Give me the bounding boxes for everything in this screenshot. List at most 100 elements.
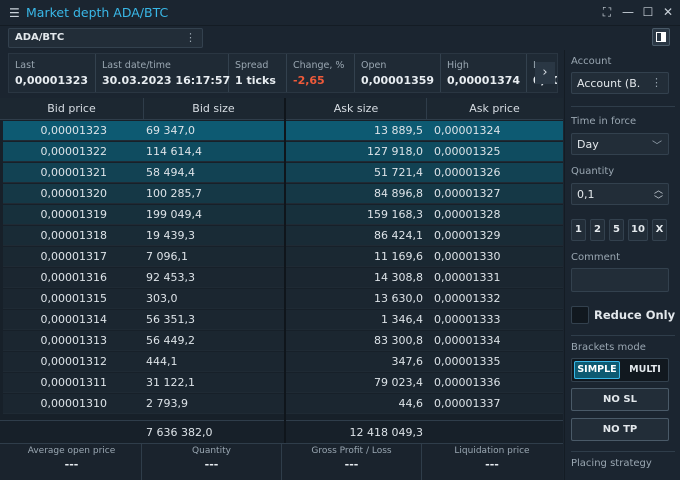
no-tp-button[interactable]: NO TP: [571, 418, 669, 441]
table-row[interactable]: 0,00001314 56 351,3 1 346,4 0,00001333: [3, 310, 563, 330]
ask-size-cell[interactable]: 44,6: [285, 397, 424, 410]
ask-size-cell[interactable]: 13 630,0: [285, 292, 423, 305]
comment-input[interactable]: [571, 268, 669, 292]
table-row[interactable]: 0,00001316 92 453,3 14 308,8 0,00001331: [3, 268, 563, 288]
bid-size-cell[interactable]: 58 494,4: [146, 166, 195, 179]
table-row[interactable]: 0,00001320 100 285,7 84 896,8 0,00001327: [3, 184, 563, 204]
brackets-simple-button[interactable]: SIMPLE: [574, 361, 620, 379]
ask-size-cell[interactable]: 159 168,3: [285, 208, 423, 221]
table-row[interactable]: 0,00001321 58 494,4 51 721,4 0,00001326: [3, 163, 563, 183]
table-row[interactable]: 0,00001313 56 449,2 83 300,8 0,00001334: [3, 331, 563, 351]
ask-price-cell[interactable]: 0,00001331: [434, 271, 500, 284]
ask-size-cell[interactable]: 83 300,8: [285, 334, 423, 347]
col-ask-size[interactable]: Ask size: [286, 102, 426, 115]
table-row[interactable]: 0,00001311 31 122,1 79 023,4 0,00001336: [3, 373, 563, 393]
ask-size-cell[interactable]: 51 721,4: [285, 166, 423, 179]
bid-size-cell[interactable]: 100 285,7: [146, 187, 202, 200]
minimize-icon[interactable]: —: [620, 4, 636, 20]
quantity-label: Quantity: [571, 166, 615, 177]
ask-price-cell[interactable]: 0,00001325: [434, 145, 500, 158]
fullscreen-icon[interactable]: ⛶: [599, 4, 615, 20]
ask-size-cell[interactable]: 84 896,8: [285, 187, 423, 200]
bid-price-cell[interactable]: 0,00001311: [3, 376, 107, 389]
ask-size-cell[interactable]: 347,6: [285, 355, 424, 368]
bid-size-cell[interactable]: 69 347,0: [146, 124, 195, 137]
qty-preset-1[interactable]: 1: [571, 219, 586, 241]
time-in-force-select[interactable]: Day ﹀: [571, 133, 669, 155]
ask-price-cell[interactable]: 0,00001335: [434, 355, 500, 368]
bid-size-cell[interactable]: 92 453,3: [146, 271, 195, 284]
ask-price-cell[interactable]: 0,00001330: [434, 250, 500, 263]
bid-size-cell[interactable]: 56 449,2: [146, 334, 195, 347]
account-selector[interactable]: Account (B. ⋮: [571, 72, 669, 94]
bid-price-cell[interactable]: 0,00001310: [3, 397, 107, 410]
table-row[interactable]: 0,00001318 19 439,3 86 424,1 0,00001329: [3, 226, 563, 246]
reduce-only-checkbox[interactable]: [571, 306, 589, 324]
hamburger-menu-icon[interactable]: ☰: [9, 6, 20, 20]
account-options-icon[interactable]: ⋮: [651, 76, 662, 89]
table-row[interactable]: 0,00001310 2 793,9 44,6 0,00001337: [3, 394, 563, 414]
more-options-icon[interactable]: ⋮: [185, 31, 196, 44]
qty-preset-5[interactable]: 5: [609, 219, 624, 241]
bid-price-cell[interactable]: 0,00001316: [3, 271, 107, 284]
bid-price-cell[interactable]: 0,00001322: [3, 145, 107, 158]
bid-size-cell[interactable]: 31 122,1: [146, 376, 195, 389]
bid-price-cell[interactable]: 0,00001323: [3, 124, 107, 137]
qty-preset-2[interactable]: 2: [590, 219, 605, 241]
bid-price-cell[interactable]: 0,00001321: [3, 166, 107, 179]
bid-size-cell[interactable]: 2 793,9: [146, 397, 188, 410]
table-row[interactable]: 0,00001312 444,1 347,6 0,00001335: [3, 352, 563, 372]
ask-price-cell[interactable]: 0,00001336: [434, 376, 500, 389]
bid-price-cell[interactable]: 0,00001320: [3, 187, 107, 200]
table-row[interactable]: 0,00001322 114 614,4 127 918,0 0,00001325: [3, 142, 563, 162]
ask-price-cell[interactable]: 0,00001326: [434, 166, 500, 179]
ask-size-cell[interactable]: 1 346,4: [285, 313, 423, 326]
ask-price-cell[interactable]: 0,00001324: [434, 124, 500, 137]
bid-size-cell[interactable]: 303,0: [146, 292, 178, 305]
bid-size-cell[interactable]: 199 049,4: [146, 208, 202, 221]
ask-price-cell[interactable]: 0,00001329: [434, 229, 500, 242]
bid-price-cell[interactable]: 0,00001319: [3, 208, 107, 221]
bid-price-cell[interactable]: 0,00001313: [3, 334, 107, 347]
ask-price-cell[interactable]: 0,00001337: [434, 397, 500, 410]
ask-price-cell[interactable]: 0,00001332: [434, 292, 500, 305]
symbol-selector[interactable]: ADA/BTC ⋮: [8, 28, 203, 48]
table-row[interactable]: 0,00001317 7 096,1 11 169,6 0,00001330: [3, 247, 563, 267]
toggle-side-panel-button[interactable]: [652, 28, 670, 46]
bid-price-cell[interactable]: 0,00001317: [3, 250, 107, 263]
ask-size-cell[interactable]: 13 889,5: [285, 124, 423, 137]
ask-size-cell[interactable]: 14 308,8: [285, 271, 423, 284]
bid-price-cell[interactable]: 0,00001312: [3, 355, 107, 368]
ask-price-cell[interactable]: 0,00001328: [434, 208, 500, 221]
quantity-stepper[interactable]: 0,1 ︿ ﹀: [571, 183, 669, 206]
qty-preset-10[interactable]: 10: [628, 219, 648, 241]
ask-price-cell[interactable]: 0,00001327: [434, 187, 500, 200]
ask-size-cell[interactable]: 79 023,4: [285, 376, 423, 389]
ask-size-cell[interactable]: 127 918,0: [285, 145, 423, 158]
table-row[interactable]: 0,00001315 303,0 13 630,0 0,00001332: [3, 289, 563, 309]
bid-price-cell[interactable]: 0,00001314: [3, 313, 107, 326]
ask-price-cell[interactable]: 0,00001333: [434, 313, 500, 326]
bid-size-cell[interactable]: 114 614,4: [146, 145, 202, 158]
bid-price-cell[interactable]: 0,00001315: [3, 292, 107, 305]
bid-price-cell[interactable]: 0,00001318: [3, 229, 107, 242]
bid-size-cell[interactable]: 19 439,3: [146, 229, 195, 242]
scroll-stats-right-icon[interactable]: ›: [535, 62, 555, 84]
ask-size-cell[interactable]: 86 424,1: [285, 229, 423, 242]
ask-price-cell[interactable]: 0,00001334: [434, 334, 500, 347]
table-row[interactable]: 0,00001323 69 347,0 13 889,5 0,00001324: [3, 121, 563, 141]
qty-preset-clear[interactable]: X: [652, 219, 667, 241]
no-sl-button[interactable]: NO SL: [571, 388, 669, 411]
table-row[interactable]: 0,00001319 199 049,4 159 168,3 0,00001328: [3, 205, 563, 225]
decrement-icon[interactable]: ﹀: [654, 193, 663, 206]
close-icon[interactable]: ✕: [660, 4, 676, 20]
col-bid-price[interactable]: Bid price: [0, 102, 143, 115]
ask-size-cell[interactable]: 11 169,6: [285, 250, 423, 263]
bid-size-cell[interactable]: 444,1: [146, 355, 178, 368]
col-bid-size[interactable]: Bid size: [143, 102, 284, 115]
brackets-multi-button[interactable]: MULTI: [622, 361, 668, 379]
bid-size-cell[interactable]: 7 096,1: [146, 250, 188, 263]
col-ask-price[interactable]: Ask price: [426, 102, 563, 115]
bid-size-cell[interactable]: 56 351,3: [146, 313, 195, 326]
maximize-icon[interactable]: ☐: [640, 4, 656, 20]
